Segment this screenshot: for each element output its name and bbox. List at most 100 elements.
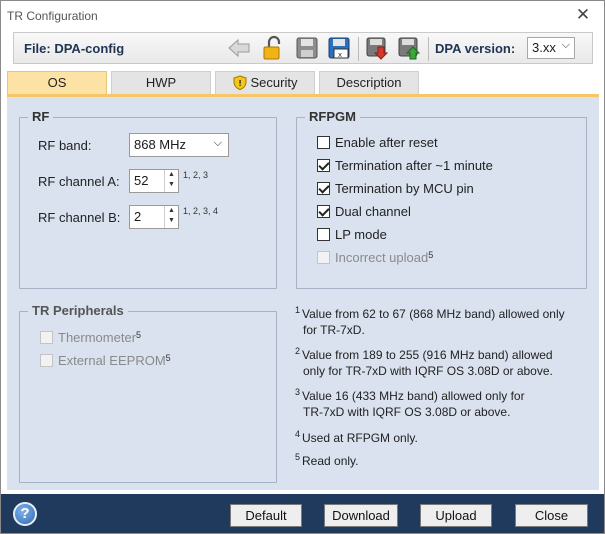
rfpgm-option-termination-timeout[interactable]: Termination after ~1 minute: [317, 158, 493, 176]
footnote-text: Value from 62 to 67 (868 MHz band) allow…: [302, 307, 565, 321]
dpa-version-select[interactable]: 3.xx ⌵: [527, 37, 575, 59]
footnote-number: 1: [295, 305, 301, 315]
title-bar: TR Configuration ✕: [1, 1, 604, 31]
tab-hwp[interactable]: HWP: [111, 71, 211, 95]
checkbox: [40, 331, 53, 344]
rf-group: RF RF band: 868 MHz ⌵ RF channel A: 52 ▲…: [19, 109, 277, 289]
rfpgm-option-dual-channel[interactable]: Dual channel: [317, 204, 411, 222]
rf-channel-a-label: RF channel A:: [38, 174, 120, 189]
footnote-number: 4: [295, 429, 301, 439]
footer-bar: ? Default Download Upload Close: [1, 494, 604, 533]
toolbar-separator: [428, 37, 429, 61]
option-label: Thermometer: [58, 330, 137, 345]
checkbox: [317, 251, 330, 264]
tab-description[interactable]: Description: [319, 71, 419, 95]
svg-text:x: x: [338, 51, 342, 59]
toolbar: File: DPA-config x DPA version: 3.xx ⌵: [13, 32, 593, 64]
footnote-number: 3: [295, 387, 301, 397]
svg-text:!: !: [238, 79, 242, 88]
footnote-number: 5: [295, 452, 301, 462]
window-title: TR Configuration: [7, 9, 98, 23]
rf-band-value: 868 MHz: [134, 137, 187, 152]
option-label: Dual channel: [335, 204, 411, 219]
footnote-1: 1 Value from 62 to 67 (868 MHz band) allo…: [295, 302, 595, 338]
chevron-down-icon: ⌵: [213, 137, 222, 149]
dpa-version-label: DPA version:: [435, 41, 516, 56]
checkbox[interactable]: [317, 159, 330, 172]
footnote-text: Value 16 (433 MHz band) allowed only for: [302, 389, 525, 403]
rf-channel-a-spinner[interactable]: 52 ▲ ▼: [129, 169, 179, 193]
rf-band-label: RF band:: [38, 138, 92, 153]
footnote-ref: 5: [428, 250, 434, 260]
tr-peripherals-group: TR Peripherals Thermometer5 External EEP…: [19, 303, 277, 483]
option-label: External EEPROM: [58, 353, 166, 368]
download-button[interactable]: Download: [324, 504, 398, 527]
footnote-text-line2: for TR-7xD.: [303, 323, 365, 337]
tab-label: OS: [47, 75, 67, 90]
footnote-2: 2 Value from 189 to 255 (916 MHz band) al…: [295, 343, 595, 379]
option-label: Incorrect upload: [335, 250, 429, 265]
os-tab-panel: RF RF band: 868 MHz ⌵ RF channel A: 52 ▲…: [7, 94, 599, 490]
rf-channel-a-footnotes: 1, 2, 3: [183, 170, 209, 180]
footnote-ref: 5: [136, 330, 142, 340]
tr-peripherals-group-title: TR Peripherals: [28, 303, 128, 318]
footnote-5: 5 Read only.: [295, 449, 595, 469]
rf-channel-b-label: RF channel B:: [38, 210, 121, 225]
rfpgm-group: RFPGM Enable after reset Termination aft…: [296, 109, 587, 289]
footnote-4: 4 Used at RFPGM only.: [295, 426, 595, 446]
rf-channel-b-value: 2: [134, 209, 142, 224]
footnote-text: Value from 189 to 255 (916 MHz band) all…: [302, 348, 553, 362]
checkbox[interactable]: [317, 205, 330, 218]
rfpgm-option-enable-after-reset[interactable]: Enable after reset: [317, 135, 438, 153]
checkbox[interactable]: [317, 136, 330, 149]
footnote-text: Used at RFPGM only.: [302, 431, 418, 445]
option-label: LP mode: [335, 227, 387, 242]
tr-configuration-window: TR Configuration ✕ File: DPA-config x DP…: [0, 0, 605, 534]
spinner-arrows-icon[interactable]: ▲ ▼: [164, 206, 178, 228]
close-button[interactable]: Close: [515, 504, 588, 527]
rf-channel-b-spinner[interactable]: 2 ▲ ▼: [129, 205, 179, 229]
footnote-text-line2: TR-7xD with IQRF OS 3.08D or above.: [303, 405, 511, 419]
upload-button[interactable]: Upload: [420, 504, 492, 527]
footnote-text-line2: only for TR-7xD with IQRF OS 3.08D or ab…: [303, 364, 553, 378]
option-label: Termination by MCU pin: [335, 181, 474, 196]
peripheral-option-thermometer: Thermometer5: [40, 330, 141, 348]
tab-label: Security: [250, 75, 298, 90]
rfpgm-option-termination-mcu-pin[interactable]: Termination by MCU pin: [317, 181, 474, 199]
checkbox[interactable]: [317, 228, 330, 241]
footnote-text: Read only.: [302, 454, 359, 468]
help-icon[interactable]: ?: [13, 502, 37, 526]
rf-band-select[interactable]: 868 MHz ⌵: [129, 133, 229, 157]
option-label: Termination after ~1 minute: [335, 158, 493, 173]
rfpgm-option-lp-mode[interactable]: LP mode: [317, 227, 387, 245]
tab-security[interactable]: ! Security: [215, 71, 315, 95]
footnote-ref: 5: [165, 353, 171, 363]
tab-label: Description: [336, 75, 402, 90]
upload-icon[interactable]: [396, 35, 422, 61]
chevron-down-icon: ⌵: [561, 39, 570, 51]
rf-channel-a-value: 52: [134, 173, 149, 188]
tab-bar: OS HWP ! Security Description: [1, 65, 604, 95]
tab-label: HWP: [145, 75, 177, 90]
download-icon[interactable]: [364, 35, 390, 61]
rfpgm-group-title: RFPGM: [305, 109, 360, 124]
checkbox[interactable]: [317, 182, 330, 195]
option-label: Enable after reset: [335, 135, 438, 150]
toolbar-separator: [358, 37, 359, 61]
back-arrow-icon[interactable]: [226, 35, 252, 61]
close-window-button[interactable]: ✕: [570, 4, 596, 28]
checkbox: [40, 354, 53, 367]
save-icon[interactable]: [294, 35, 320, 61]
rfpgm-option-incorrect-upload: Incorrect upload5: [317, 250, 433, 268]
save-as-icon[interactable]: x: [326, 35, 352, 61]
default-button[interactable]: Default: [230, 504, 302, 527]
rf-group-title: RF: [28, 109, 54, 124]
peripheral-option-external-eeprom: External EEPROM5: [40, 353, 171, 371]
file-label: File: DPA-config: [24, 41, 125, 56]
footnote-3: 3 Value 16 (433 MHz band) allowed only fo…: [295, 384, 595, 420]
spinner-arrows-icon[interactable]: ▲ ▼: [164, 170, 178, 192]
tab-os[interactable]: OS: [7, 71, 107, 95]
rf-channel-b-footnotes: 1, 2, 3, 4: [183, 206, 219, 216]
footnote-number: 2: [295, 346, 301, 356]
unlock-icon[interactable]: [260, 35, 286, 61]
